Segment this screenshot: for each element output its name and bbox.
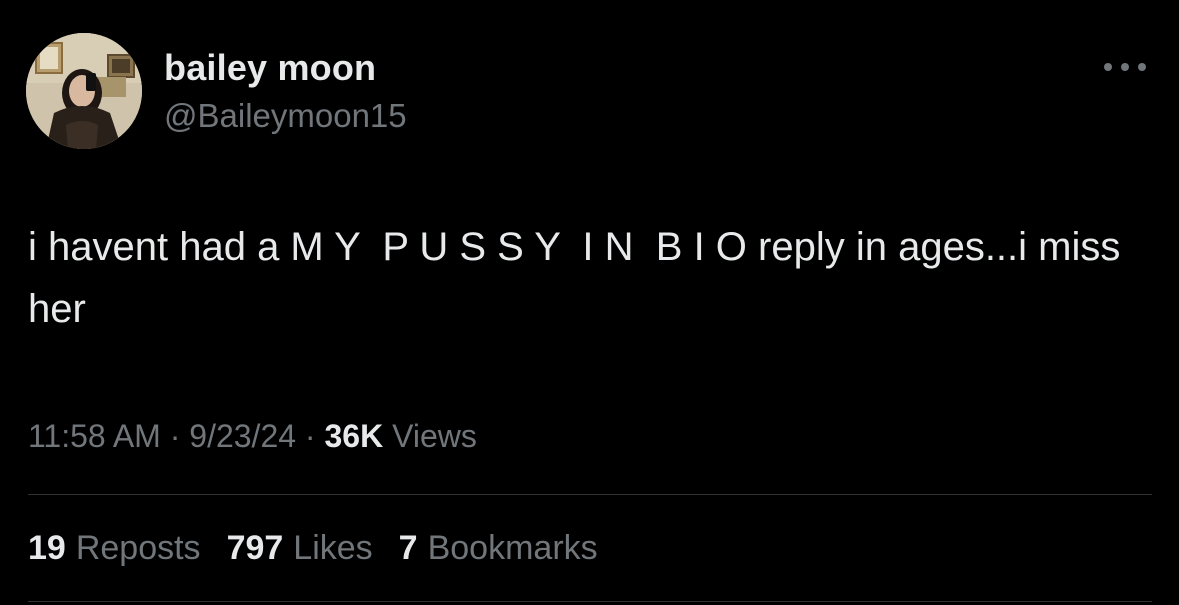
reposts-count: 19 bbox=[28, 529, 66, 567]
avatar[interactable] bbox=[26, 33, 142, 149]
tweet-detail: bailey moon @Baileymoon15 i havent had a… bbox=[0, 0, 1179, 605]
user-handle[interactable]: @Baileymoon15 bbox=[164, 97, 407, 135]
views-label[interactable]: Views bbox=[383, 418, 477, 454]
divider bbox=[28, 494, 1152, 495]
reposts-label: Reposts bbox=[75, 529, 201, 567]
tweet-meta: 11:58 AM · 9/23/24 · 36K Views bbox=[28, 418, 477, 455]
more-horizontal-icon-dot bbox=[1138, 63, 1146, 71]
meta-separator: · bbox=[296, 418, 325, 454]
more-options-button[interactable] bbox=[1098, 54, 1152, 80]
likes-count: 797 bbox=[226, 529, 284, 567]
likes-label: Likes bbox=[293, 529, 373, 567]
meta-separator: · bbox=[160, 418, 190, 454]
bookmarks-stat[interactable]: 7 Bookmarks bbox=[399, 529, 598, 568]
tweet-time[interactable]: 11:58 AM bbox=[28, 418, 161, 454]
more-horizontal-icon-dot bbox=[1121, 63, 1129, 71]
display-name[interactable]: bailey moon bbox=[164, 47, 376, 89]
bookmarks-label: Bookmarks bbox=[427, 529, 598, 567]
views-count[interactable]: 36K bbox=[324, 418, 383, 454]
more-horizontal-icon-dot bbox=[1104, 63, 1112, 71]
avatar-photo bbox=[26, 33, 142, 149]
likes-stat[interactable]: 797 Likes bbox=[227, 529, 373, 568]
reposts-stat[interactable]: 19 Reposts bbox=[28, 529, 201, 568]
tweet-text: i havent had a M Y P U S S Y I N B I O r… bbox=[28, 225, 1132, 331]
engagement-stats: 19 Reposts 797 Likes 7 Bookmarks bbox=[28, 529, 598, 568]
divider bbox=[28, 601, 1152, 602]
tweet-date[interactable]: 9/23/24 bbox=[189, 418, 296, 454]
bookmarks-count: 7 bbox=[398, 529, 418, 567]
